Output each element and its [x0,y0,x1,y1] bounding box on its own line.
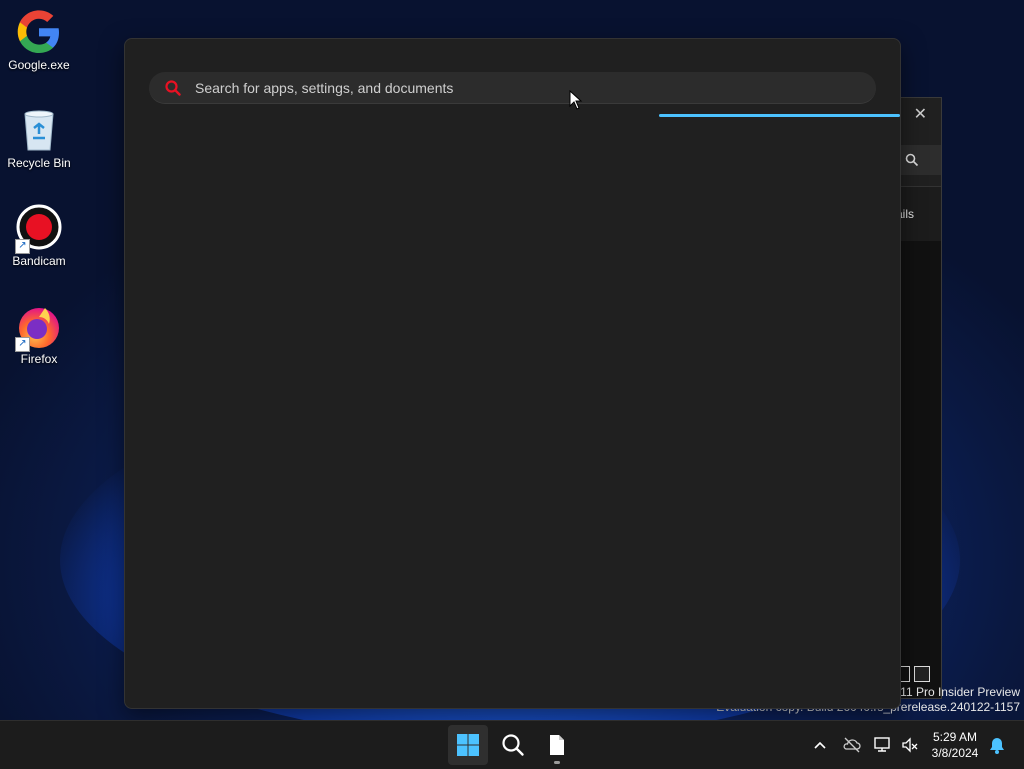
network-icon[interactable] [873,735,893,755]
onedrive-offline-icon[interactable] [842,735,862,755]
search-flyout [124,38,901,709]
desktop-icon-label: Firefox [20,352,58,366]
clock-date: 3/8/2024 [931,746,979,760]
taskbar-search-button[interactable] [493,725,533,765]
clock-time: 5:29 AM [932,730,978,744]
search-box[interactable] [149,72,876,104]
file-icon [550,735,564,755]
search-icon [502,734,524,756]
desktop-icon-firefox[interactable]: ↗ Firefox [4,296,74,366]
desktop-icon-google[interactable]: Google.exe [4,2,74,72]
desktop-icon-label: Google.exe [8,58,70,72]
shortcut-arrow-icon: ↗ [15,337,30,352]
bandicam-record-icon: ↗ [15,204,63,254]
recycle-bin-icon [15,106,63,154]
search-icon [165,80,181,96]
mouse-cursor-icon [569,90,583,110]
loading-progress-bar [659,114,900,117]
close-icon[interactable]: ✕ [914,104,927,123]
background-search-button[interactable] [901,145,941,175]
firefox-icon: ↗ [15,302,63,352]
shortcut-arrow-icon: ↗ [15,239,30,254]
desktop-icon-label: Recycle Bin [7,156,71,170]
preview-view-icon[interactable] [914,666,930,682]
taskbar: 5:29 AM 3/8/2024 [0,720,1024,769]
start-button[interactable] [448,725,488,765]
system-clock[interactable]: 5:29 AM 3/8/2024 [920,729,990,761]
notification-bell-icon[interactable] [987,735,1007,755]
volume-muted-icon[interactable] [900,735,920,755]
desktop-icon-recycle-bin[interactable]: Recycle Bin [4,100,74,170]
chevron-up-icon[interactable] [810,735,830,755]
desktop-icon-bandicam[interactable]: ↗ Bandicam [4,198,74,268]
windows-logo-icon [457,734,479,756]
search-icon [905,153,919,167]
taskbar-app-file[interactable] [537,725,577,765]
desktop-icon-label: Bandicam [12,254,66,268]
background-window-body [901,241,941,698]
running-indicator [554,761,560,764]
google-icon [15,8,63,56]
search-input[interactable] [193,77,857,99]
